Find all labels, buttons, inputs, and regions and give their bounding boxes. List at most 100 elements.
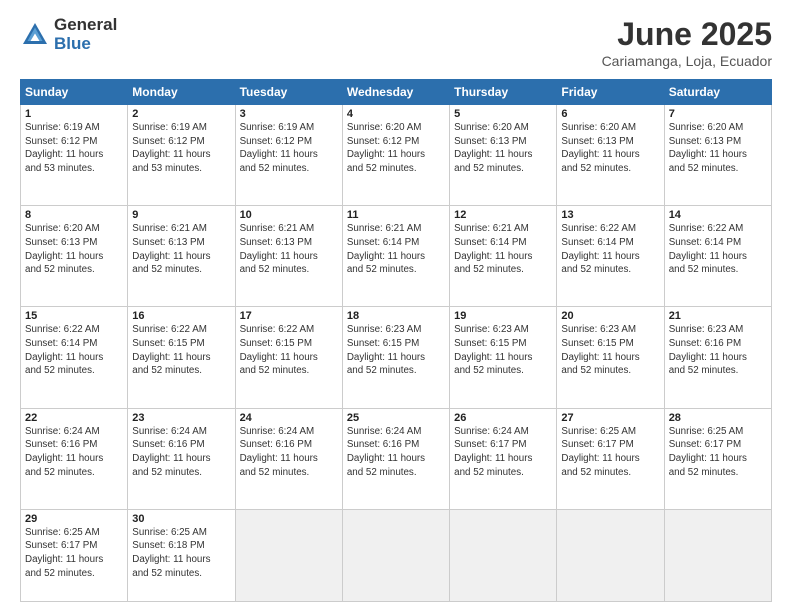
calendar-cell: 13Sunrise: 6:22 AM Sunset: 6:14 PM Dayli…	[557, 206, 664, 307]
day-info: Sunrise: 6:22 AM Sunset: 6:14 PM Dayligh…	[561, 222, 659, 277]
calendar-header-sunday: Sunday	[21, 80, 128, 105]
calendar-header-wednesday: Wednesday	[342, 80, 449, 105]
calendar-cell: 28Sunrise: 6:25 AM Sunset: 6:17 PM Dayli…	[664, 408, 771, 509]
location: Cariamanga, Loja, Ecuador	[602, 53, 772, 69]
page: General Blue June 2025 Cariamanga, Loja,…	[0, 0, 792, 612]
day-info: Sunrise: 6:22 AM Sunset: 6:14 PM Dayligh…	[669, 222, 767, 277]
day-number: 8	[25, 209, 123, 221]
day-info: Sunrise: 6:23 AM Sunset: 6:16 PM Dayligh…	[669, 323, 767, 378]
calendar-cell: 7Sunrise: 6:20 AM Sunset: 6:13 PM Daylig…	[664, 105, 771, 206]
day-info: Sunrise: 6:24 AM Sunset: 6:16 PM Dayligh…	[240, 425, 338, 480]
day-info: Sunrise: 6:20 AM Sunset: 6:13 PM Dayligh…	[669, 121, 767, 176]
calendar-cell: 15Sunrise: 6:22 AM Sunset: 6:14 PM Dayli…	[21, 307, 128, 408]
day-number: 13	[561, 209, 659, 221]
calendar-cell: 30Sunrise: 6:25 AM Sunset: 6:18 PM Dayli…	[128, 509, 235, 601]
day-number: 18	[347, 310, 445, 322]
calendar-cell: 20Sunrise: 6:23 AM Sunset: 6:15 PM Dayli…	[557, 307, 664, 408]
calendar-header-thursday: Thursday	[450, 80, 557, 105]
calendar-cell: 1Sunrise: 6:19 AM Sunset: 6:12 PM Daylig…	[21, 105, 128, 206]
day-info: Sunrise: 6:22 AM Sunset: 6:15 PM Dayligh…	[240, 323, 338, 378]
calendar-cell: 2Sunrise: 6:19 AM Sunset: 6:12 PM Daylig…	[128, 105, 235, 206]
day-info: Sunrise: 6:25 AM Sunset: 6:18 PM Dayligh…	[132, 526, 230, 581]
day-info: Sunrise: 6:21 AM Sunset: 6:13 PM Dayligh…	[132, 222, 230, 277]
day-info: Sunrise: 6:25 AM Sunset: 6:17 PM Dayligh…	[669, 425, 767, 480]
day-number: 11	[347, 209, 445, 221]
day-number: 30	[132, 513, 230, 525]
day-info: Sunrise: 6:23 AM Sunset: 6:15 PM Dayligh…	[347, 323, 445, 378]
day-info: Sunrise: 6:21 AM Sunset: 6:14 PM Dayligh…	[347, 222, 445, 277]
day-number: 29	[25, 513, 123, 525]
day-number: 6	[561, 108, 659, 120]
day-info: Sunrise: 6:24 AM Sunset: 6:17 PM Dayligh…	[454, 425, 552, 480]
calendar-cell: 27Sunrise: 6:25 AM Sunset: 6:17 PM Dayli…	[557, 408, 664, 509]
calendar-header-row: SundayMondayTuesdayWednesdayThursdayFrid…	[21, 80, 772, 105]
calendar-cell: 21Sunrise: 6:23 AM Sunset: 6:16 PM Dayli…	[664, 307, 771, 408]
day-number: 16	[132, 310, 230, 322]
calendar-cell: 8Sunrise: 6:20 AM Sunset: 6:13 PM Daylig…	[21, 206, 128, 307]
day-number: 17	[240, 310, 338, 322]
day-number: 24	[240, 412, 338, 424]
calendar-header-tuesday: Tuesday	[235, 80, 342, 105]
month-title: June 2025	[602, 16, 772, 53]
calendar-cell: 9Sunrise: 6:21 AM Sunset: 6:13 PM Daylig…	[128, 206, 235, 307]
calendar-cell: 19Sunrise: 6:23 AM Sunset: 6:15 PM Dayli…	[450, 307, 557, 408]
day-info: Sunrise: 6:20 AM Sunset: 6:13 PM Dayligh…	[561, 121, 659, 176]
day-info: Sunrise: 6:19 AM Sunset: 6:12 PM Dayligh…	[240, 121, 338, 176]
calendar-cell: 23Sunrise: 6:24 AM Sunset: 6:16 PM Dayli…	[128, 408, 235, 509]
day-info: Sunrise: 6:25 AM Sunset: 6:17 PM Dayligh…	[561, 425, 659, 480]
calendar-cell: 24Sunrise: 6:24 AM Sunset: 6:16 PM Dayli…	[235, 408, 342, 509]
calendar-header-saturday: Saturday	[664, 80, 771, 105]
calendar-table: SundayMondayTuesdayWednesdayThursdayFrid…	[20, 79, 772, 602]
header: General Blue June 2025 Cariamanga, Loja,…	[20, 16, 772, 69]
day-number: 12	[454, 209, 552, 221]
day-number: 27	[561, 412, 659, 424]
day-info: Sunrise: 6:22 AM Sunset: 6:15 PM Dayligh…	[132, 323, 230, 378]
calendar-cell	[235, 509, 342, 601]
calendar-cell: 16Sunrise: 6:22 AM Sunset: 6:15 PM Dayli…	[128, 307, 235, 408]
logo-blue-text: Blue	[54, 35, 117, 54]
calendar-week-1: 1 Sunrise: 6:19 AM Sunset: 6:12 PM Daylig…	[21, 105, 772, 206]
logo: General Blue	[20, 16, 117, 53]
calendar-cell	[557, 509, 664, 601]
logo-general-text: General	[54, 16, 117, 35]
day-number: 25	[347, 412, 445, 424]
day-info: Sunrise: 6:25 AM Sunset: 6:17 PM Dayligh…	[25, 526, 123, 581]
calendar-cell: 26Sunrise: 6:24 AM Sunset: 6:17 PM Dayli…	[450, 408, 557, 509]
day-number: 22	[25, 412, 123, 424]
calendar-cell: 14Sunrise: 6:22 AM Sunset: 6:14 PM Dayli…	[664, 206, 771, 307]
day-info: Sunrise: 6:24 AM Sunset: 6:16 PM Dayligh…	[132, 425, 230, 480]
calendar-cell: 22Sunrise: 6:24 AM Sunset: 6:16 PM Dayli…	[21, 408, 128, 509]
day-number: 5	[454, 108, 552, 120]
calendar-week-4: 22Sunrise: 6:24 AM Sunset: 6:16 PM Dayli…	[21, 408, 772, 509]
day-number: 7	[669, 108, 767, 120]
calendar-week-3: 15Sunrise: 6:22 AM Sunset: 6:14 PM Dayli…	[21, 307, 772, 408]
title-block: June 2025 Cariamanga, Loja, Ecuador	[602, 16, 772, 69]
day-info: Sunrise: 6:19 AM Sunset: 6:12 PM Dayligh…	[132, 121, 230, 176]
calendar-cell: 11Sunrise: 6:21 AM Sunset: 6:14 PM Dayli…	[342, 206, 449, 307]
day-info: Sunrise: 6:21 AM Sunset: 6:14 PM Dayligh…	[454, 222, 552, 277]
day-info: Sunrise: 6:24 AM Sunset: 6:16 PM Dayligh…	[25, 425, 123, 480]
day-number: 21	[669, 310, 767, 322]
calendar-cell	[342, 509, 449, 601]
day-number: 20	[561, 310, 659, 322]
day-info: Sunrise: 6:21 AM Sunset: 6:13 PM Dayligh…	[240, 222, 338, 277]
calendar-cell: 17Sunrise: 6:22 AM Sunset: 6:15 PM Dayli…	[235, 307, 342, 408]
day-number: 15	[25, 310, 123, 322]
calendar-cell: 6Sunrise: 6:20 AM Sunset: 6:13 PM Daylig…	[557, 105, 664, 206]
day-number: 14	[669, 209, 767, 221]
day-number: 1	[25, 108, 123, 120]
day-info: Sunrise: 6:24 AM Sunset: 6:16 PM Dayligh…	[347, 425, 445, 480]
calendar-week-5: 29Sunrise: 6:25 AM Sunset: 6:17 PM Dayli…	[21, 509, 772, 601]
calendar-header-monday: Monday	[128, 80, 235, 105]
calendar-cell: 3Sunrise: 6:19 AM Sunset: 6:12 PM Daylig…	[235, 105, 342, 206]
logo-icon	[20, 20, 50, 50]
day-number: 10	[240, 209, 338, 221]
calendar-cell	[450, 509, 557, 601]
day-info: Sunrise: 6:22 AM Sunset: 6:14 PM Dayligh…	[25, 323, 123, 378]
day-info: Sunrise: 6:20 AM Sunset: 6:13 PM Dayligh…	[454, 121, 552, 176]
day-info: Sunrise: 6:23 AM Sunset: 6:15 PM Dayligh…	[561, 323, 659, 378]
day-info: Sunrise: 6:20 AM Sunset: 6:13 PM Dayligh…	[25, 222, 123, 277]
calendar-cell: 25Sunrise: 6:24 AM Sunset: 6:16 PM Dayli…	[342, 408, 449, 509]
calendar-cell: 10Sunrise: 6:21 AM Sunset: 6:13 PM Dayli…	[235, 206, 342, 307]
calendar-cell: 4Sunrise: 6:20 AM Sunset: 6:12 PM Daylig…	[342, 105, 449, 206]
